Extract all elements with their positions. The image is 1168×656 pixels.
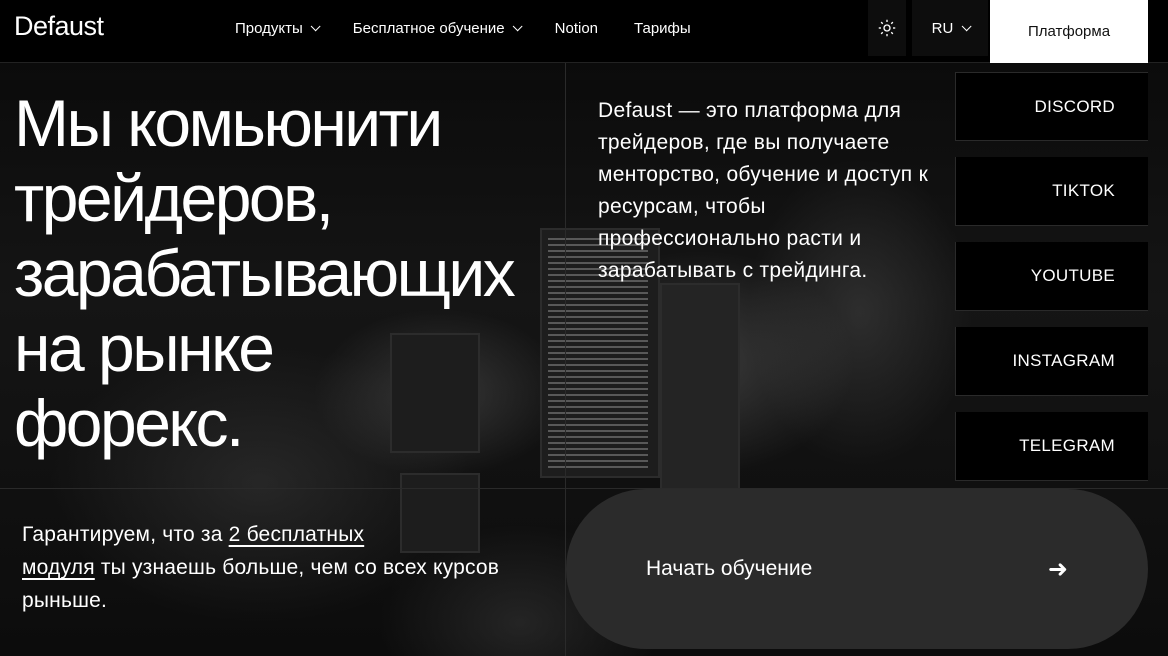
hero-title-line: трейдеров, xyxy=(14,161,334,235)
chevron-down-icon xyxy=(512,20,523,31)
social-link-instagram[interactable]: INSTAGRAM xyxy=(955,327,1148,396)
nav-item-label: Бесплатное обучение xyxy=(352,19,505,37)
nav-item-label: Тарифы xyxy=(634,19,691,37)
platform-button[interactable]: Платформа xyxy=(990,0,1148,63)
hero-title-line: на рынке xyxy=(14,311,275,385)
nav-item-label: Продукты xyxy=(235,19,303,37)
nav-item-label: Notion xyxy=(554,19,598,37)
site-header: Defaust Продукты Бесплатное обучение Not… xyxy=(0,0,1168,63)
monitor-shape xyxy=(660,283,740,503)
nav-item-pricing[interactable]: Тарифы xyxy=(634,20,691,37)
chevron-down-icon xyxy=(310,20,321,31)
free-modules-link[interactable]: 2 бесплатных xyxy=(229,523,365,546)
free-modules-link-cont[interactable]: модуля xyxy=(22,556,95,579)
arrow-right-icon: ➜ xyxy=(1047,555,1068,583)
sun-icon xyxy=(878,19,896,37)
hero-title-line: зарабатывающих xyxy=(14,236,516,310)
start-learning-button[interactable]: Начать обучение ➜ xyxy=(566,489,1148,649)
social-link-telegram[interactable]: TELEGRAM xyxy=(955,412,1148,481)
hero-description: Defaust — это платформа для трейдеров, г… xyxy=(598,99,929,282)
main-nav: Продукты Бесплатное обучение Notion Тари… xyxy=(235,0,727,56)
hero-title-line: форекс. xyxy=(14,386,244,460)
logo[interactable]: Defaust xyxy=(14,11,104,42)
hero-title: Мы комьюнити трейдеров, зарабатывающих н… xyxy=(14,86,614,461)
hero-title-line: Мы комьюнити xyxy=(14,86,443,160)
guarantee-text-start: Гарантируем, что за xyxy=(22,523,229,546)
chevron-down-icon xyxy=(961,20,972,31)
nav-item-notion[interactable]: Notion xyxy=(555,20,598,37)
guarantee-text: Гарантируем, что за 2 бесплатных модуля т… xyxy=(22,518,542,617)
theme-toggle-button[interactable] xyxy=(868,0,906,56)
nav-item-free-learning[interactable]: Бесплатное обучение xyxy=(352,19,523,37)
cta-label: Начать обучение xyxy=(646,557,813,580)
language-select[interactable]: RU xyxy=(912,0,988,56)
language-label: RU xyxy=(931,19,954,37)
social-link-discord[interactable]: DISCORD xyxy=(955,72,1148,141)
social-link-tiktok[interactable]: TIKTOK xyxy=(955,157,1148,226)
nav-item-products[interactable]: Продукты xyxy=(235,19,321,37)
social-link-youtube[interactable]: YOUTUBE xyxy=(955,242,1148,311)
